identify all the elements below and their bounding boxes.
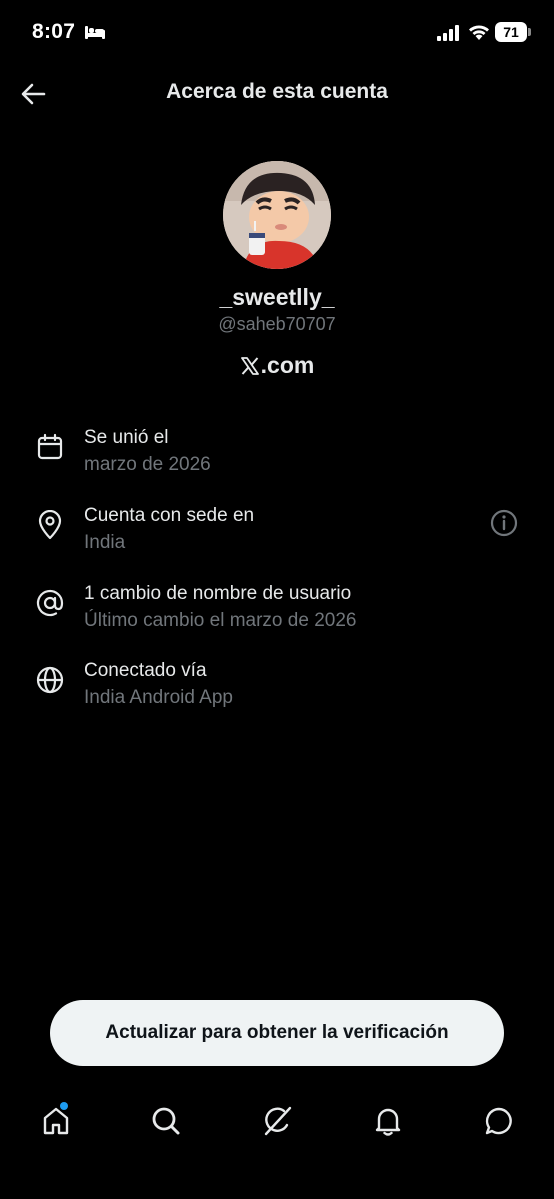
site-row: .com [0, 352, 554, 379]
nav-notifications[interactable] [366, 1099, 410, 1143]
calendar-icon [34, 431, 66, 463]
wifi-icon [469, 25, 489, 40]
nav-home[interactable] [34, 1099, 78, 1143]
info-title: Se unió el [84, 427, 169, 448]
info-row-username-changes: 1 cambio de nombre de usuario Último cam… [0, 583, 554, 647]
globe-icon [34, 664, 66, 696]
grok-icon [264, 1106, 292, 1136]
nav-grok[interactable] [255, 1099, 299, 1143]
get-verified-button[interactable]: Actualizar para obtener la verificación [50, 1000, 504, 1066]
info-title: Conectado vía [84, 660, 207, 681]
info-subtitle: Último cambio el marzo de 2026 [84, 610, 357, 631]
info-subtitle: India Android App [84, 687, 233, 708]
bottom-nav [0, 1085, 554, 1155]
display-name: _sweetlly_ [219, 284, 335, 310]
location-info-button[interactable] [489, 508, 519, 538]
at-sign-icon [34, 587, 66, 619]
username-handle: @saheb70707 [218, 314, 336, 334]
bed-icon [85, 26, 105, 39]
messages-icon [485, 1107, 512, 1135]
avatar[interactable] [223, 161, 331, 269]
info-row-location: Cuenta con sede en India [0, 505, 554, 569]
signal-icon [437, 25, 459, 41]
info-subtitle: India [84, 532, 126, 553]
get-verified-label: Actualizar para obtener la verificación [105, 1022, 449, 1043]
search-icon [152, 1107, 180, 1135]
status-time: 8:07 [32, 20, 76, 43]
page-title: Acerca de esta cuenta [166, 80, 388, 103]
info-circle-icon [490, 509, 518, 537]
status-bar: 8:07 71 [0, 0, 554, 66]
info-row-connected-via: Conectado vía India Android App [0, 660, 554, 724]
site-domain: .com [260, 352, 315, 378]
x-logo-icon [240, 356, 259, 375]
info-row-joined: Se unió el marzo de 2026 [0, 427, 554, 491]
info-title: 1 cambio de nombre de usuario [84, 583, 352, 604]
nav-search[interactable] [144, 1099, 188, 1143]
notifications-bell-icon [375, 1108, 401, 1136]
new-content-dot [60, 1102, 68, 1110]
info-subtitle: marzo de 2026 [84, 454, 211, 475]
location-pin-icon [34, 509, 66, 541]
battery-level: 71 [503, 24, 519, 40]
battery-icon: 71 [495, 22, 531, 42]
info-title: Cuenta con sede en [84, 505, 255, 526]
nav-messages[interactable] [477, 1099, 521, 1143]
home-icon [43, 1107, 69, 1135]
